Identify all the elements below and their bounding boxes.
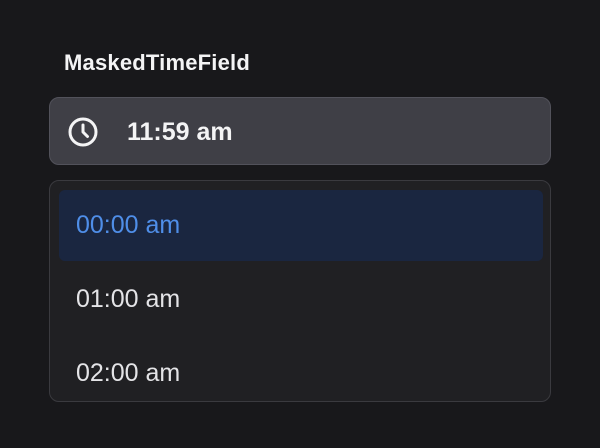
time-input[interactable]	[49, 97, 551, 165]
time-option-0100[interactable]: 01:00 am	[59, 264, 543, 335]
time-value[interactable]: 11:59 am	[127, 116, 233, 148]
field-label: MaskedTimeField	[64, 50, 250, 75]
page: MaskedTimeField 11:59 am 00:00 am 01:00 …	[0, 0, 600, 448]
time-options-dropdown: 00:00 am 01:00 am 02:00 am	[49, 180, 551, 402]
time-option-0000[interactable]: 00:00 am	[59, 190, 543, 261]
clock-icon	[68, 117, 98, 147]
time-option-0200[interactable]: 02:00 am	[59, 338, 543, 401]
